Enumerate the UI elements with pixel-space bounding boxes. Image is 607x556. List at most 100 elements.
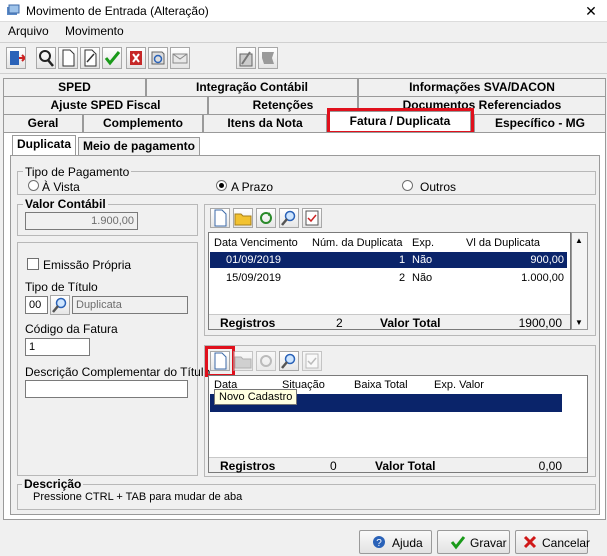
search-button[interactable] xyxy=(36,47,56,69)
map-icon xyxy=(262,52,274,64)
search-icon xyxy=(281,353,296,369)
tab-ajuste-sped-fiscal[interactable]: Ajuste SPED Fiscal xyxy=(3,96,208,114)
row-2-data: 15/09/2019 xyxy=(226,272,282,284)
checklist-baixa-button[interactable] xyxy=(302,351,322,371)
scroll-down-icon[interactable]: ▼ xyxy=(575,318,583,327)
refresh-button[interactable] xyxy=(148,47,168,69)
email-icon xyxy=(172,53,188,64)
valor-contabil-legend: Valor Contábil xyxy=(23,197,108,211)
refresh-duplicata-button[interactable] xyxy=(256,208,276,228)
app-icon xyxy=(7,4,20,15)
tab-itens-da-nota[interactable]: Itens da Nota xyxy=(203,114,327,132)
scroll-up-icon[interactable]: ▲ xyxy=(575,236,583,245)
open-folder-button[interactable] xyxy=(233,208,253,228)
radio-a-prazo-label: A Prazo xyxy=(231,180,274,194)
cancelar-button[interactable]: Cancelar xyxy=(515,530,591,554)
column-baixa-total[interactable]: Baixa Total xyxy=(354,379,408,391)
row-2-valor: 1.000,00 xyxy=(521,272,564,284)
checklist-icon xyxy=(305,210,319,226)
edit-document-icon xyxy=(84,49,97,67)
new-duplicata-button[interactable] xyxy=(210,208,230,228)
ajuda-button[interactable]: ? Ajuda xyxy=(359,530,432,554)
radio-a-vista-label: À Vista xyxy=(42,180,80,194)
tipo-titulo-description-field: Duplicata xyxy=(72,296,188,314)
cancel-icon xyxy=(523,535,537,549)
baixas-valor-total-value: 0,00 xyxy=(538,459,562,473)
email-button[interactable] xyxy=(170,47,190,69)
map-button[interactable] xyxy=(258,47,278,69)
tipo-titulo-search-button[interactable] xyxy=(50,295,70,315)
confirm-button[interactable] xyxy=(102,47,122,69)
descricao-complementar-field[interactable] xyxy=(25,380,188,398)
open-baixa-button[interactable] xyxy=(233,351,253,371)
svg-text:?: ? xyxy=(376,538,382,549)
search-baixa-button[interactable] xyxy=(279,351,299,371)
registros-value: 2 xyxy=(336,316,343,330)
valor-total-label: Valor Total xyxy=(380,316,441,330)
row-1-exp: Não xyxy=(412,254,433,266)
tab-meio-de-pagamento[interactable]: Meio de pagamento xyxy=(78,137,200,155)
exit-button[interactable] xyxy=(6,47,26,69)
emissao-propria-label: Emissão Própria xyxy=(43,258,132,272)
row-2-exp: Não xyxy=(412,272,433,284)
checklist-icon xyxy=(305,353,319,369)
column-data-vencimento[interactable]: Data Vencimento xyxy=(214,237,298,249)
tab-informacoes-sva-dacon[interactable]: Informações SVA/DACON xyxy=(358,78,606,96)
folder-icon xyxy=(234,356,252,369)
new-button[interactable] xyxy=(58,47,78,69)
duplicatas-scrollbar[interactable] xyxy=(571,232,588,330)
valor-contabil-field: 1.900,00 xyxy=(25,212,138,230)
refresh-icon xyxy=(260,212,272,224)
ajuda-label: Ajuda xyxy=(392,536,423,550)
codigo-fatura-field[interactable]: 1 xyxy=(25,338,90,356)
titulo-group xyxy=(17,242,198,476)
delete-button[interactable] xyxy=(126,47,146,69)
valor-total-value: 1900,00 xyxy=(518,316,562,330)
descricao-legend: Descrição xyxy=(22,477,84,491)
exit-icon xyxy=(10,51,25,65)
delete-icon xyxy=(130,51,142,65)
novo-cadastro-tooltip: Novo Cadastro xyxy=(214,389,298,405)
edit-button[interactable] xyxy=(80,47,100,69)
checkmark-icon xyxy=(450,536,466,550)
descricao-text: Pressione CTRL + TAB para mudar de aba xyxy=(33,491,243,503)
row-1-num: 1 xyxy=(399,254,406,266)
column-num-duplicata[interactable]: Núm. da Duplicata xyxy=(312,237,403,249)
radio-a-vista[interactable] xyxy=(28,180,39,191)
refresh-icon xyxy=(260,355,272,367)
radio-outros[interactable] xyxy=(402,180,413,191)
tipo-pagamento-legend: Tipo de Pagamento xyxy=(23,165,132,179)
column-vl-duplicata[interactable]: Vl da Duplicata xyxy=(466,237,540,249)
row-1-data: 01/09/2019 xyxy=(226,254,282,266)
help-icon: ? xyxy=(373,536,385,549)
menu-arquivo[interactable]: Arquivo xyxy=(8,24,49,38)
window-title: Movimento de Entrada (Alteração) xyxy=(26,4,209,18)
menu-movimento[interactable]: Movimento xyxy=(65,24,124,38)
cancelar-label: Cancelar xyxy=(542,536,591,550)
tipo-titulo-label: Tipo de Título xyxy=(25,280,98,294)
refresh-baixa-button[interactable] xyxy=(256,351,276,371)
novo-cadastro-highlight xyxy=(205,346,235,377)
radio-a-prazo[interactable] xyxy=(216,180,227,191)
baixas-registros-value: 0 xyxy=(330,459,337,473)
tipo-titulo-code-field[interactable]: 00 xyxy=(25,296,48,314)
checklist-duplicata-button[interactable] xyxy=(302,208,322,228)
tab-duplicata[interactable]: Duplicata xyxy=(12,135,76,155)
descricao-complementar-label: Descrição Complementar do Título xyxy=(25,365,211,379)
column-exp[interactable]: Exp. xyxy=(412,237,434,249)
tab-geral[interactable]: Geral xyxy=(3,114,83,132)
search-duplicata-button[interactable] xyxy=(279,208,299,228)
row-1-valor: 900,00 xyxy=(530,254,564,266)
tab-especifico-mg[interactable]: Específico - MG xyxy=(474,114,606,132)
new-document-icon xyxy=(62,49,75,67)
gravar-button[interactable]: Gravar xyxy=(437,530,510,554)
iss-button[interactable] xyxy=(236,47,256,69)
codigo-fatura-label: Código da Fatura xyxy=(25,322,118,336)
refresh-icon xyxy=(151,51,165,65)
tab-sped[interactable]: SPED xyxy=(3,78,146,96)
tab-integracao-contabil[interactable]: Integração Contábil xyxy=(146,78,358,96)
column-exp-valor[interactable]: Exp. Valor xyxy=(434,379,484,391)
tab-complemento[interactable]: Complemento xyxy=(83,114,203,132)
emissao-propria-checkbox[interactable] xyxy=(27,258,39,270)
close-icon[interactable]: ✕ xyxy=(582,2,600,20)
